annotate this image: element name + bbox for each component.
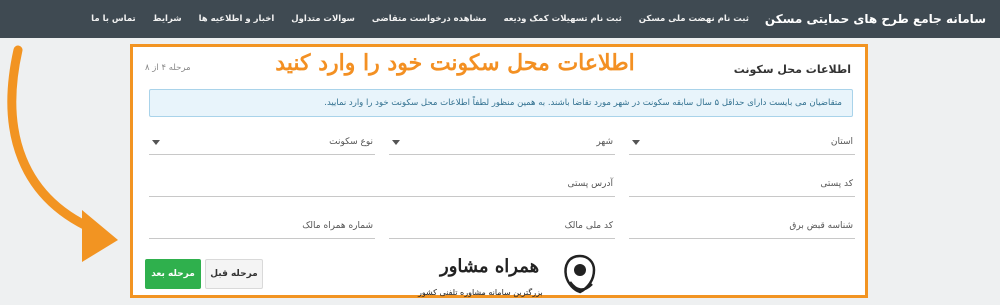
postal-code-input[interactable]: کد پستی: [629, 175, 855, 197]
instruction-banner: اطلاعات محل سکونت خود را وارد کنید: [275, 50, 635, 76]
province-label: استان: [830, 137, 853, 147]
info-alert: متقاضیان می بایست دارای حداقل ۵ سال سابق…: [149, 89, 853, 117]
top-navbar: سامانه جامع طرح های حمایتی مسکن ثبت نام …: [0, 0, 1000, 38]
nav-item-deposit-loan[interactable]: ثبت نام تسهیلات کمک ودیعه: [504, 14, 622, 24]
nav-item-national-housing[interactable]: ثبت نام نهضت ملی مسکن: [639, 14, 749, 24]
residence-type-label: نوع سکونت: [329, 137, 373, 147]
annotation-arrow-icon: [7, 45, 118, 262]
residence-type-select[interactable]: نوع سکونت: [149, 133, 375, 155]
next-step-button[interactable]: مرحله بعد: [145, 259, 201, 289]
headset-logo-icon: [564, 254, 596, 294]
nav-item-faq[interactable]: سوالات متداول: [291, 14, 355, 24]
chevron-down-icon: [632, 140, 640, 145]
nav-item-conditions[interactable]: شرایط: [153, 14, 182, 24]
form-title: اطلاعات محل سکونت: [733, 63, 851, 76]
postal-code-label: کد پستی: [820, 179, 853, 189]
previous-step-button[interactable]: مرحله قبل: [205, 259, 263, 289]
electricity-bill-id-label: شناسه قبض برق: [789, 221, 853, 231]
step-indicator: مرحله ۴ از ۸: [145, 63, 191, 73]
owner-national-code-label: کد ملی مالک: [564, 221, 613, 231]
nav-item-view-request[interactable]: مشاهده درخواست متقاضی: [372, 14, 487, 24]
province-select[interactable]: استان: [629, 133, 855, 155]
nav-item-news[interactable]: اخبار و اطلاعیه ها: [199, 14, 275, 24]
city-label: شهر: [596, 137, 613, 147]
chevron-down-icon: [152, 140, 160, 145]
city-select[interactable]: شهر: [389, 133, 615, 155]
postal-address-label: آدرس پستی: [567, 179, 613, 189]
electricity-bill-id-input[interactable]: شناسه قبض برق: [629, 217, 855, 239]
owner-national-code-input[interactable]: کد ملی مالک: [389, 217, 615, 239]
watermark-logo: همراه مشاور بزرگترین سامانه مشاوره تلفنی…: [410, 250, 610, 305]
postal-address-input[interactable]: آدرس پستی: [149, 175, 615, 197]
owner-mobile-input[interactable]: شماره همراه مالک: [149, 217, 375, 239]
owner-mobile-label: شماره همراه مالک: [302, 221, 373, 231]
chevron-down-icon: [392, 140, 400, 145]
watermark-subtitle: بزرگترین سامانه مشاوره تلفنی کشور: [418, 288, 543, 297]
watermark-title: همراه مشاور: [440, 256, 540, 277]
site-brand[interactable]: سامانه جامع طرح های حمایتی مسکن: [765, 12, 986, 26]
